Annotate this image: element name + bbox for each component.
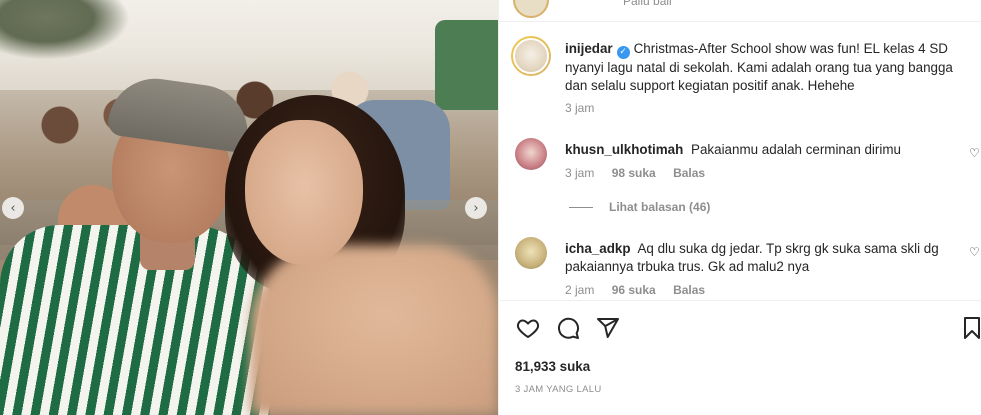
previous-comment-strip: Pallu bali [499, 0, 981, 22]
view-replies-button[interactable]: Lihat balasan (46) [569, 200, 710, 214]
photo-woman-face [245, 120, 363, 265]
heart-icon[interactable] [515, 315, 541, 341]
previous-comment-text: Pallu bali [623, 0, 672, 8]
photo-man-shirt [0, 225, 270, 415]
author-avatar-image [513, 38, 549, 74]
likes-count[interactable]: 81,933 suka [515, 359, 590, 374]
photo-bystander [435, 20, 498, 110]
comment-text-block: khusn_ulkhotimah Pakaianmu adalah cermin… [565, 141, 950, 159]
comment-like-heart-icon[interactable]: ♡ [969, 245, 981, 259]
carousel-prev-button[interactable]: ‹ [2, 197, 24, 219]
previous-avatar[interactable] [513, 0, 549, 18]
verified-badge-icon: ✓ [616, 46, 630, 59]
post-timestamp[interactable]: 3 JAM YANG LALU [515, 384, 602, 395]
comment-text: Pakaianmu adalah cerminan dirimu [691, 142, 901, 157]
commenter-avatar[interactable] [515, 237, 547, 269]
view-replies-label: Lihat balasan (46) [609, 200, 711, 214]
comment-reply-button[interactable]: Balas [673, 283, 705, 297]
caption-time[interactable]: 3 jam [565, 101, 594, 115]
carousel-next-button[interactable]: › [465, 197, 487, 219]
comment-text-block: icha_adkp Aq dlu suka dg jedar. Tp skrg … [565, 240, 950, 276]
post-side-panel: Pallu bali inijedar ✓ Christmas-After Scho… [498, 0, 981, 415]
comment-time[interactable]: 3 jam [565, 166, 594, 180]
commenter-username[interactable]: khusn_ulkhotimah [565, 142, 683, 157]
comment-meta: 3 jam 98 suka Balas [565, 166, 719, 180]
comment-bubble-icon[interactable] [555, 315, 581, 341]
commenter-avatar[interactable] [515, 138, 547, 170]
paper-plane-icon[interactable] [595, 315, 621, 341]
comment-reply-button[interactable]: Balas [673, 166, 705, 180]
post-actions: 81,933 suka 3 JAM YANG LALU [499, 300, 981, 415]
comment-likes[interactable]: 96 suka [612, 283, 656, 297]
comment-time[interactable]: 2 jam [565, 283, 594, 297]
author-username[interactable]: inijedar [565, 41, 613, 56]
replies-divider [569, 206, 593, 208]
post-photo[interactable]: ‹ › [0, 0, 498, 415]
bookmark-icon[interactable] [959, 315, 981, 341]
photo-woman-body-blurred [250, 245, 498, 415]
comment-like-heart-icon[interactable]: ♡ [969, 146, 981, 160]
author-avatar[interactable] [511, 36, 551, 76]
post-caption: inijedar ✓ Christmas-After School show was… [565, 40, 965, 95]
commenter-username[interactable]: icha_adkp [565, 241, 631, 256]
comment-meta: 2 jam 96 suka Balas [565, 283, 719, 297]
comment-likes[interactable]: 98 suka [612, 166, 656, 180]
